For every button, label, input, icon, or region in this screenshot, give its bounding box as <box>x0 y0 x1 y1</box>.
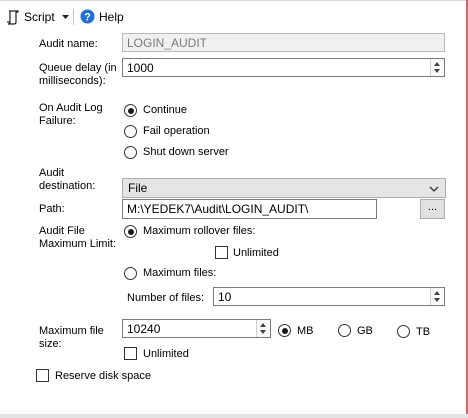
script-label: Script <box>24 10 55 24</box>
path-input[interactable]: M:\YEDEK7\Audit\LOGIN_AUDIT\ <box>122 199 377 219</box>
file-size-unlimited-checkbox[interactable] <box>124 347 137 360</box>
queue-delay-label: Queue delay (in milliseconds): <box>39 62 117 87</box>
help-icon: ? <box>80 9 95 24</box>
svg-text:?: ? <box>84 12 91 24</box>
script-dropdown-icon[interactable] <box>62 15 69 19</box>
rollover-unlimited-checkbox[interactable] <box>215 246 228 259</box>
toolbar: Script ? Help <box>0 6 460 28</box>
max-file-size-spin-buttons[interactable] <box>256 320 270 337</box>
audit-destination-label: Audit destination: <box>39 167 96 192</box>
fail-operation-radio[interactable] <box>124 125 137 138</box>
max-rollover-files-label: Maximum rollover files: <box>143 225 256 237</box>
chevron-down-icon <box>429 184 439 196</box>
tb-radio[interactable] <box>397 325 410 338</box>
number-of-files-stepper[interactable]: 10 <box>213 287 445 306</box>
max-files-label: Maximum files: <box>143 267 217 279</box>
max-limit-label: Audit File Maximum Limit: <box>39 225 117 250</box>
reserve-disk-space-label: Reserve disk space <box>55 370 151 382</box>
queue-delay-value: 1000 <box>127 60 154 75</box>
max-file-size-label: Maximum file size: <box>39 325 104 350</box>
continue-option-label: Continue <box>143 104 188 116</box>
tb-label: TB <box>416 326 431 338</box>
file-size-unlimited-label: Unlimited <box>143 348 189 360</box>
on-failure-label: On Audit Log Failure: <box>39 102 103 127</box>
number-of-files-label: Number of files: <box>127 292 205 304</box>
browse-button[interactable]: ... <box>420 199 445 219</box>
max-files-radio[interactable] <box>124 267 137 280</box>
script-icon <box>6 9 20 25</box>
number-of-files-value: 10 <box>218 289 232 304</box>
max-rollover-files-radio[interactable] <box>124 225 137 238</box>
max-file-size-value: 10240 <box>127 321 161 336</box>
audit-destination-select[interactable]: File <box>122 178 446 198</box>
fail-operation-option-label: Fail operation <box>143 125 210 137</box>
gb-radio[interactable] <box>338 324 351 337</box>
toolbar-separator <box>73 9 74 25</box>
rollover-unlimited-label: Unlimited <box>233 247 279 259</box>
max-file-size-stepper[interactable]: 10240 <box>122 319 271 338</box>
shut-down-server-radio[interactable] <box>124 146 137 159</box>
help-label: Help <box>99 9 124 24</box>
queue-delay-stepper[interactable]: 1000 <box>122 58 445 77</box>
audit-name-label: Audit name: <box>39 38 98 50</box>
gb-label: GB <box>357 325 373 337</box>
continue-radio[interactable] <box>124 104 137 117</box>
audit-name-input[interactable]: LOGIN_AUDIT <box>122 33 445 52</box>
mb-radio[interactable] <box>278 324 291 337</box>
help-button[interactable]: ? Help <box>80 9 124 24</box>
reserve-disk-space-checkbox[interactable] <box>36 369 49 382</box>
script-button[interactable]: Script <box>6 9 55 25</box>
number-of-files-spin-buttons[interactable] <box>430 288 444 305</box>
window-top-border <box>0 0 468 1</box>
mb-label: MB <box>297 325 314 337</box>
path-label: Path: <box>39 203 65 215</box>
window-bottom-border <box>0 414 468 418</box>
audit-destination-value: File <box>128 181 148 195</box>
shut-down-server-option-label: Shut down server <box>143 146 229 158</box>
queue-delay-spin-buttons[interactable] <box>430 59 444 76</box>
